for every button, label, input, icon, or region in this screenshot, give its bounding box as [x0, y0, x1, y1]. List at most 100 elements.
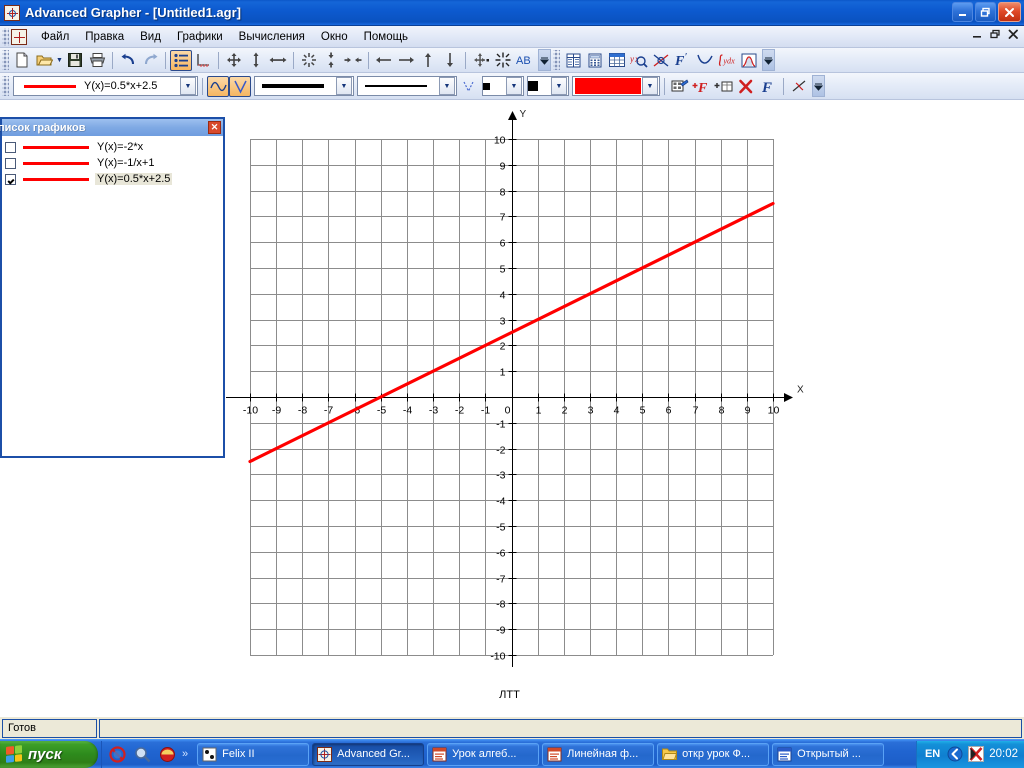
- mdi-close-button[interactable]: [1008, 29, 1019, 43]
- taskbar-item-otkr-urok[interactable]: откр урок Ф...: [657, 742, 770, 766]
- graph-toolbar-grip-handle[interactable]: [2, 76, 9, 96]
- plot-area[interactable]: XY-10 -9 -8 -7 -6 -5 -4 -3 -2 -1 0 1 2 3 4 5 6 7 8 9 10-10-9…: [226, 110, 1024, 715]
- center-origin-icon[interactable]: [470, 50, 492, 71]
- taskbar-item-otkrytyy[interactable]: Открытый ...: [772, 742, 885, 766]
- function-selector-dropdown-arrow[interactable]: ▼: [180, 77, 196, 95]
- language-indicator[interactable]: EN: [925, 748, 940, 760]
- mdi-document-icon[interactable]: [11, 28, 27, 45]
- thick-line-style[interactable]: ▼: [254, 76, 354, 96]
- graph-visibility-checkbox[interactable]: [5, 173, 16, 185]
- start-button[interactable]: пуск: [0, 740, 98, 768]
- scroll-down-icon[interactable]: [439, 50, 461, 71]
- graph-color-selector[interactable]: ▼: [572, 76, 660, 96]
- zoom-in-all-icon[interactable]: [298, 50, 320, 71]
- properties-icon[interactable]: [669, 76, 691, 97]
- small-marker-style[interactable]: ▼: [482, 76, 524, 96]
- taskbar-item-advanced-grapher[interactable]: Advanced Gr...: [312, 742, 425, 766]
- graph-color-dropdown-arrow[interactable]: ▼: [642, 77, 658, 95]
- mdi-restore-button[interactable]: [990, 29, 1001, 43]
- intersection-icon[interactable]: [650, 50, 672, 71]
- close-button[interactable]: [998, 2, 1021, 22]
- marker-preview-icon[interactable]: [457, 76, 479, 97]
- menu-help[interactable]: Помощь: [356, 29, 416, 45]
- menu-graphs[interactable]: Графики: [169, 29, 231, 45]
- move-horizontal-icon[interactable]: [267, 50, 289, 71]
- quick-launch-overflow[interactable]: »: [182, 748, 188, 760]
- toolbar-grip-handle-2[interactable]: [553, 50, 560, 70]
- thick-line-dropdown-arrow[interactable]: ▼: [336, 77, 352, 95]
- scroll-up-icon[interactable]: [417, 50, 439, 71]
- move-all-icon[interactable]: [223, 50, 245, 71]
- area-icon[interactable]: [738, 50, 760, 71]
- graph-canvas[interactable]: X Y -10 -9 -8 -7 -6 -5 -4 -3 -2 -1 0 1 2 3 4 5 6 7 8 9 10 -10 -9…: [226, 110, 1024, 715]
- integral-icon[interactable]: ydx: [716, 50, 738, 71]
- list-item[interactable]: Y(x)=-1/x+1: [2, 155, 223, 171]
- menu-window[interactable]: Окно: [313, 29, 356, 45]
- open-dropdown-arrow[interactable]: ▼: [55, 50, 64, 71]
- open-folder-icon[interactable]: [33, 50, 55, 71]
- minimize-button[interactable]: [952, 2, 973, 22]
- redo-icon[interactable]: [139, 50, 161, 71]
- large-marker-dropdown-arrow[interactable]: ▼: [551, 77, 567, 95]
- label-ab-icon[interactable]: AB: [514, 50, 536, 71]
- undo-icon[interactable]: [117, 50, 139, 71]
- toolbar-overflow-button[interactable]: [538, 49, 551, 71]
- restore-button[interactable]: [975, 2, 996, 22]
- thin-line-style[interactable]: ▼: [357, 76, 457, 96]
- delete-graph-icon[interactable]: [735, 76, 757, 97]
- graph-visibility-checkbox[interactable]: [5, 157, 16, 169]
- function-selector[interactable]: Y(x)=0.5*x+2.5 ▼: [13, 76, 198, 96]
- menu-calculations[interactable]: Вычисления: [231, 29, 313, 45]
- menu-bar: Файл Правка Вид Графики Вычисления Окно …: [0, 26, 1024, 48]
- antivirus-icon[interactable]: [968, 746, 985, 762]
- graph-list-icon[interactable]: [170, 49, 192, 71]
- list-item[interactable]: Y(x)=0.5*x+2.5: [2, 171, 223, 187]
- curve-mode-button[interactable]: [207, 75, 229, 97]
- graph-list-close-button[interactable]: ✕: [208, 121, 221, 134]
- move-vertical-icon[interactable]: [245, 50, 267, 71]
- zoom-in-horizontal-icon[interactable]: [342, 50, 364, 71]
- small-marker-dropdown-arrow[interactable]: ▼: [506, 77, 522, 95]
- add-table-icon[interactable]: [713, 76, 735, 97]
- tangent-icon[interactable]: [694, 50, 716, 71]
- volume-icon[interactable]: [947, 746, 963, 762]
- axes-properties-icon[interactable]: [192, 50, 214, 71]
- menu-edit[interactable]: Правка: [77, 29, 132, 45]
- ql-browser-icon[interactable]: [109, 745, 126, 763]
- thin-line-dropdown-arrow[interactable]: ▼: [439, 77, 455, 95]
- toolbar-overflow-button-2[interactable]: [762, 49, 775, 71]
- derivative-icon[interactable]: F ′: [672, 50, 694, 71]
- table-icon[interactable]: [562, 50, 584, 71]
- large-marker-style[interactable]: ▼: [527, 76, 569, 96]
- scroll-right-icon[interactable]: [395, 50, 417, 71]
- save-disk-icon[interactable]: [64, 50, 86, 71]
- spreadsheet-icon[interactable]: [606, 50, 628, 71]
- new-document-icon[interactable]: [11, 50, 33, 71]
- toolbar-grip-handle[interactable]: [2, 50, 9, 70]
- svg-text:6: 6: [500, 238, 506, 250]
- taskbar-item-lineynaya-f[interactable]: Линейная ф...: [542, 742, 655, 766]
- find-value-icon[interactable]: y x: [628, 50, 650, 71]
- list-item[interactable]: Y(x)=-2*x: [2, 139, 223, 155]
- menu-file[interactable]: Файл: [33, 29, 77, 45]
- ql-media-icon[interactable]: [159, 746, 176, 763]
- line-style-mode-button[interactable]: [229, 75, 251, 97]
- ql-search-icon[interactable]: [134, 746, 151, 763]
- edit-function-icon[interactable]: F: [757, 76, 779, 97]
- print-icon[interactable]: [86, 50, 108, 71]
- menu-view[interactable]: Вид: [132, 29, 169, 45]
- zoom-in-vertical-icon[interactable]: [320, 50, 342, 71]
- mdi-minimize-button[interactable]: [972, 29, 983, 43]
- scroll-left-icon[interactable]: [373, 50, 395, 71]
- taskbar-item-urok-algebra[interactable]: Урок алгеб...: [427, 742, 540, 766]
- taskbar-clock[interactable]: 20:02: [989, 748, 1018, 760]
- zoom-fit-icon[interactable]: [492, 50, 514, 71]
- graph-visibility-checkbox[interactable]: [5, 141, 16, 153]
- graph-list-title-bar[interactable]: писок графиков ✕: [0, 119, 223, 136]
- add-function-icon[interactable]: F: [691, 76, 713, 97]
- tangent-tool-icon[interactable]: [788, 76, 810, 97]
- calculator-icon[interactable]: [584, 50, 606, 71]
- taskbar-item-felix[interactable]: Felix II: [197, 742, 310, 766]
- graph-toolbar-overflow-button[interactable]: [812, 75, 825, 97]
- menu-grip-handle[interactable]: [2, 27, 9, 46]
